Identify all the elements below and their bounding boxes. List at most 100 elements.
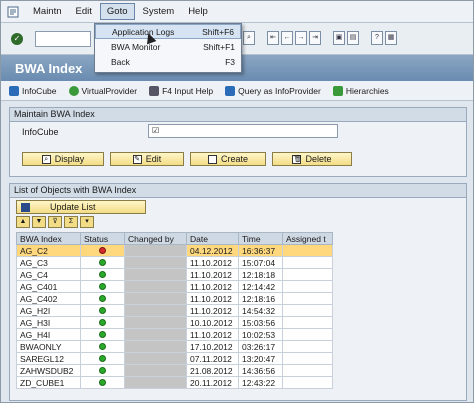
- cell-changed-by: [124, 292, 187, 305]
- table-row[interactable]: AG_H3I 10.10.2012 15:03:56: [16, 316, 333, 329]
- infocube-icon: [9, 85, 19, 96]
- create-button[interactable]: Create: [190, 152, 266, 166]
- shortcut-icon[interactable]: ▤: [347, 31, 359, 45]
- table-row[interactable]: AG_H2I 11.10.2012 14:54:32: [16, 304, 333, 317]
- column-header-assigned[interactable]: Assigned t: [282, 232, 333, 245]
- help-icon[interactable]: ?: [371, 31, 383, 45]
- table-row[interactable]: AG_C3 11.10.2012 15:07:04: [16, 256, 333, 269]
- cell-time: 10:02:53: [238, 328, 283, 341]
- cell-assigned: [282, 316, 333, 329]
- status-green-icon: [99, 306, 106, 314]
- column-header-bwa-index[interactable]: BWA Index: [16, 232, 81, 245]
- update-list-button[interactable]: Update List: [16, 200, 146, 214]
- display-label: Display: [54, 154, 85, 164]
- cell-date: 11.10.2012: [186, 256, 239, 269]
- column-header-time[interactable]: Time: [238, 232, 283, 245]
- cell-bwa-index: BWAONLY: [16, 340, 81, 353]
- virtualprovider-label: VirtualProvider: [81, 85, 138, 96]
- menu-system[interactable]: System: [137, 4, 181, 19]
- table-row[interactable]: AG_C2 04.12.2012 16:36:37: [16, 244, 333, 257]
- query-infoprovider-button[interactable]: Query as InfoProvider: [225, 85, 321, 96]
- menu-help[interactable]: Help: [182, 4, 214, 19]
- sort-descending-icon[interactable]: ▼: [32, 216, 46, 228]
- app-menu-icon[interactable]: [7, 6, 19, 18]
- delete-button[interactable]: 🗑 Delete: [272, 152, 352, 166]
- cell-time: 16:36:37: [238, 244, 283, 257]
- query-icon: [225, 85, 236, 96]
- display-button[interactable]: ⌕ Display: [22, 152, 104, 166]
- alv-toolbar: ▲ ▼ ⊽ Σ ▾: [16, 216, 94, 228]
- menu-item-application-logs[interactable]: Application Logs Shift+F6: [95, 24, 241, 39]
- total-icon[interactable]: Σ: [64, 216, 78, 228]
- menu-item-back[interactable]: Back F3: [95, 54, 241, 69]
- f4-input-help-button[interactable]: F4 Input Help: [149, 85, 213, 96]
- cell-status: [80, 268, 125, 281]
- column-header-date[interactable]: Date: [186, 232, 239, 245]
- table-row[interactable]: AG_C402 11.10.2012 12:18:16: [16, 292, 333, 305]
- create-label: Create: [220, 154, 248, 164]
- cell-date: 20.11.2012: [186, 376, 239, 389]
- toolbar-separator: [323, 31, 331, 45]
- layout-icon[interactable]: ▾: [80, 216, 94, 228]
- cell-assigned: [282, 352, 333, 365]
- list-group: List of Objects with BWA Index Update Li…: [9, 183, 467, 401]
- menu-edit[interactable]: Edit: [70, 4, 98, 19]
- cell-time: 12:14:42: [238, 280, 283, 293]
- new-session-icon[interactable]: ▣: [333, 31, 345, 45]
- hierarchies-button[interactable]: Hierarchies: [332, 85, 389, 96]
- f4-help-icon: [149, 85, 160, 96]
- status-green-icon: [99, 294, 106, 302]
- filter-icon[interactable]: ⊽: [48, 216, 62, 228]
- back-label: Back: [111, 56, 130, 67]
- cell-changed-by: [124, 244, 187, 257]
- table-row[interactable]: SAREGL12 07.11.2012 13:20:47: [16, 352, 333, 365]
- menu-maintn[interactable]: Maintn: [27, 4, 68, 19]
- table-row[interactable]: AG_H4I 11.10.2012 10:02:53: [16, 328, 333, 341]
- table-row[interactable]: BWAONLY 17.10.2012 03:26:17: [16, 340, 333, 353]
- cell-assigned: [282, 376, 333, 389]
- table-header-row: BWA Index Status Changed by Date Time As…: [16, 232, 333, 245]
- command-field[interactable]: [35, 30, 91, 47]
- table-row[interactable]: ZAHWSDUB2 21.08.2012 14:36:56: [16, 364, 333, 377]
- cell-bwa-index: AG_C2: [16, 244, 81, 257]
- virtualprovider-button[interactable]: VirtualProvider: [68, 85, 138, 96]
- infocube-input[interactable]: ☑: [148, 124, 338, 138]
- table-row[interactable]: ZD_CUBE1 20.11.2012 12:43:22: [16, 376, 333, 389]
- next-page-icon[interactable]: →: [295, 31, 307, 45]
- cell-bwa-index: AG_C402: [16, 292, 81, 305]
- cell-changed-by: [124, 376, 187, 389]
- cell-status: [80, 376, 125, 389]
- infocube-button[interactable]: InfoCube: [9, 85, 57, 96]
- cell-date: 11.10.2012: [186, 292, 239, 305]
- menu-item-bwa-monitor[interactable]: BWA Monitor Shift+F1: [95, 39, 241, 54]
- back-shortcut: F3: [225, 56, 235, 67]
- edit-button[interactable]: ✎ Edit: [110, 152, 184, 166]
- cell-status: [80, 244, 125, 257]
- cell-assigned: [282, 244, 333, 257]
- status-green-icon: [99, 378, 106, 386]
- query-infoprovider-label: Query as InfoProvider: [238, 85, 321, 96]
- toolbar-separator: [257, 31, 265, 45]
- layout-menu-icon[interactable]: ▦: [385, 31, 397, 45]
- maintain-group: Maintain BWA Index InfoCube ☑ ⌕ Display …: [9, 107, 467, 177]
- cell-changed-by: [124, 328, 187, 341]
- cell-bwa-index: AG_H4I: [16, 328, 81, 341]
- previous-page-icon[interactable]: ←: [281, 31, 293, 45]
- enter-check-icon[interactable]: ✓: [11, 32, 23, 45]
- cell-changed-by: [124, 256, 187, 269]
- menu-goto[interactable]: Goto: [99, 3, 135, 20]
- cell-date: 10.10.2012: [186, 316, 239, 329]
- cell-changed-by: [124, 304, 187, 317]
- column-header-status[interactable]: Status: [80, 232, 125, 245]
- first-page-icon[interactable]: ⇤: [267, 31, 279, 45]
- last-page-icon[interactable]: ⇥: [309, 31, 321, 45]
- status-green-icon: [99, 330, 106, 338]
- find-next-icon[interactable]: ⌕: [243, 31, 255, 45]
- column-header-changed-by[interactable]: Changed by: [124, 232, 187, 245]
- table-row[interactable]: AG_C4 11.10.2012 12:18:18: [16, 268, 333, 281]
- cell-assigned: [282, 340, 333, 353]
- sort-ascending-icon[interactable]: ▲: [16, 216, 30, 228]
- cell-time: 14:36:56: [238, 364, 283, 377]
- cell-time: 12:43:22: [238, 376, 283, 389]
- table-row[interactable]: AG_C401 11.10.2012 12:14:42: [16, 280, 333, 293]
